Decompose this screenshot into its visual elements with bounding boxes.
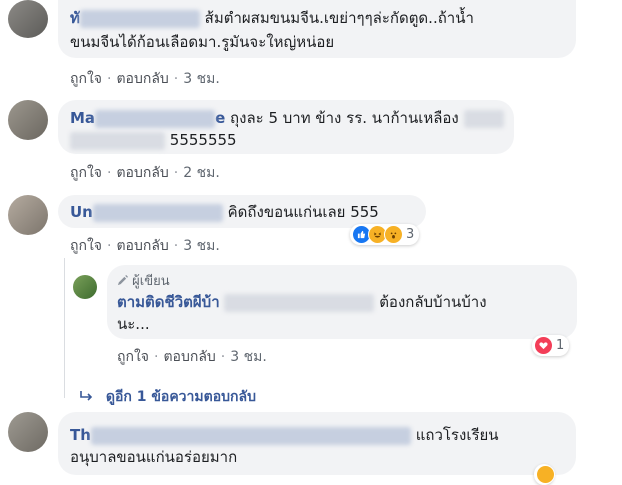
like-link[interactable]: ถูกใจ <box>70 71 102 87</box>
blurred-name <box>92 203 223 222</box>
author-badge-label: ผู้เขียน <box>132 274 170 289</box>
like-link[interactable]: ถูกใจ <box>70 238 102 254</box>
commenter-name[interactable]: Un <box>70 203 93 221</box>
commenter-name-suffix[interactable]: e <box>215 109 225 127</box>
comment-actions: ถูกใจ · ตอบกลับ · 3 ชม. <box>70 68 220 90</box>
comment-text: คิดถึงขอนแก่นเลย 555 <box>227 203 379 221</box>
commenter-name[interactable]: Th <box>70 426 91 444</box>
reply-text-line: ตามติดชีวิตผีบ้า ต้องกลับบ้านบ้าง <box>117 292 487 312</box>
reply-text: ต้องกลับบ้านบ้าง <box>379 293 487 311</box>
comment-text: แถวโรงเรียน <box>415 426 499 444</box>
commenter-name[interactable]: ตามติดชีวิตผีบ้า <box>117 293 220 311</box>
separator: · <box>173 165 179 181</box>
comment-text: ถุงละ 5 บาท ข้าง รร. นาก้านเหลือง <box>230 109 459 127</box>
separator: · <box>173 238 179 254</box>
reply-link[interactable]: ตอบกลับ <box>163 349 215 365</box>
separator: · <box>220 349 226 365</box>
heart-icon <box>534 336 553 355</box>
reaction-count: 1 <box>556 338 565 353</box>
avatar[interactable] <box>8 195 48 235</box>
like-link[interactable]: ถูกใจ <box>117 349 149 365</box>
timestamp[interactable]: 2 ชม. <box>183 165 220 181</box>
comment-text: 5555555 <box>169 131 237 149</box>
view-more-replies-link[interactable]: ดูอีก 1 ข้อความตอบกลับ <box>80 386 256 408</box>
thread-line <box>64 258 65 398</box>
author-badge: ผู้เขียน <box>117 270 170 291</box>
timestamp[interactable]: 3 ชม. <box>183 238 220 254</box>
separator: · <box>107 71 112 87</box>
comment-text: ส้มตำผสมขนมจีน.เขย่าๆๆล่ะกัดตูด..ถ้าน้ำ <box>204 9 474 27</box>
like-link[interactable]: ถูกใจ <box>70 165 102 181</box>
wow-icon <box>384 225 403 244</box>
avatar[interactable] <box>73 275 97 299</box>
reply-arrow-icon <box>80 390 93 406</box>
comment-text-line: Un คิดถึงขอนแก่นเลย 555 <box>70 202 379 222</box>
avatar[interactable] <box>8 0 48 38</box>
blurred-tag <box>224 293 375 312</box>
timestamp[interactable]: 3 ชม. <box>183 71 220 87</box>
view-more-replies-label: ดูอีก 1 ข้อความตอบกลับ <box>105 389 256 405</box>
comment-actions: ถูกใจ · ตอบกลับ · 2 ชม. <box>70 162 220 184</box>
comment-text-line: Ma e ถุงละ 5 บาท ข้าง รร. นาก้านเหลือง <box>70 108 504 128</box>
reply-text-line-2: นะ... <box>117 315 150 333</box>
blurred-name <box>90 426 411 445</box>
blurred-tag <box>70 131 165 150</box>
reaction-summary[interactable]: 3 <box>350 224 420 245</box>
comment-text-line-2: 5555555 <box>70 130 237 150</box>
reply-link[interactable]: ตอบกลับ <box>116 165 168 181</box>
avatar[interactable] <box>8 412 48 452</box>
separator: · <box>154 349 159 365</box>
separator: · <box>107 165 112 181</box>
comment-text-line: Th แถวโรงเรียน <box>70 425 499 445</box>
reaction-count: 3 <box>406 227 415 242</box>
blurred-name <box>95 109 216 128</box>
reply-link[interactable]: ตอบกลับ <box>116 238 168 254</box>
comment-text-line: ทั ส้มตำผสมขนมจีน.เขย่าๆๆล่ะกัดตูด..ถ้าน… <box>70 8 474 28</box>
blurred-tag <box>463 109 504 128</box>
comment-text-line-2: ขนมจีนได้ก้อนเลือดมา.รูมันจะใหญ่หน่อย <box>70 33 335 51</box>
commenter-name[interactable]: Ma <box>70 109 95 127</box>
comment-actions: ถูกใจ · ตอบกลับ · 3 ชม. <box>70 235 220 257</box>
pencil-icon <box>117 275 128 290</box>
commenter-name[interactable]: ทั <box>70 9 80 27</box>
separator: · <box>173 71 179 87</box>
blurred-name <box>79 9 200 28</box>
timestamp[interactable]: 3 ชม. <box>230 349 267 365</box>
reaction-summary[interactable]: 1 <box>532 335 570 356</box>
reply-actions: ถูกใจ · ตอบกลับ · 3 ชม. <box>117 346 267 368</box>
separator: · <box>107 238 112 254</box>
reply-link[interactable]: ตอบกลับ <box>116 71 168 87</box>
comment-text-line-2: อนุบาลขอนแก่นอร่อยมาก <box>70 448 238 466</box>
avatar[interactable] <box>8 100 48 140</box>
